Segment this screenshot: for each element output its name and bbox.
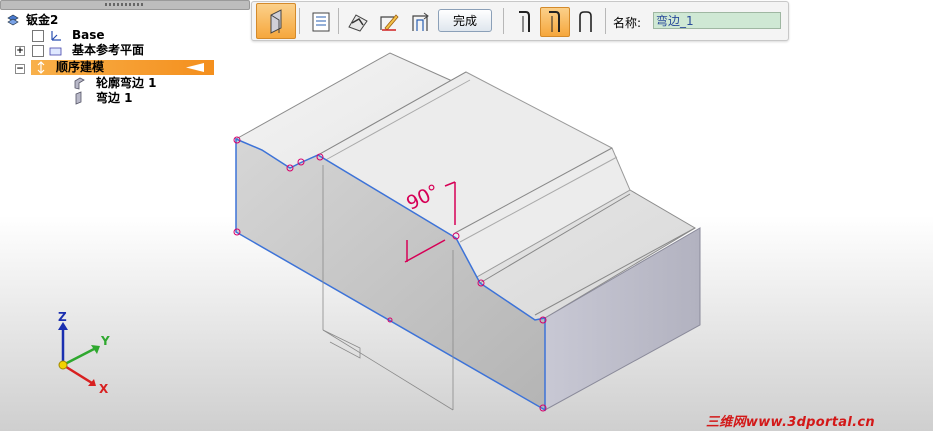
triad: [58, 322, 100, 386]
options-icon: [312, 12, 330, 32]
treatments-button[interactable]: [405, 7, 435, 37]
material-outside-icon: [549, 11, 560, 32]
command-bar: 完成 名称:: [251, 1, 789, 41]
expand-toggle[interactable]: +: [15, 46, 25, 56]
coordinate-system-icon: [51, 31, 61, 41]
x-axis-label: X: [99, 382, 109, 396]
tree-item-flange[interactable]: 弯边 1: [70, 91, 240, 106]
tree-item-label: Base: [72, 28, 105, 42]
tree-root-label: 钣金2: [26, 13, 59, 27]
treatments-icon: [412, 12, 429, 31]
flange-options-button[interactable]: [306, 7, 336, 37]
bend-outside-icon: [579, 11, 592, 32]
sequential-modeling-icon: [37, 61, 45, 74]
reference-planes-visibility-checkbox[interactable]: [32, 45, 44, 57]
contour-flange-icon: [74, 77, 85, 90]
tree-item-label: 基本参考平面: [72, 43, 145, 57]
flange-icon: [75, 91, 82, 105]
watermark: 三维网www.3dportal.cn: [706, 415, 875, 430]
reference-planes-icon: [49, 47, 62, 56]
name-label: 名称:: [613, 16, 642, 30]
profile-button[interactable]: [374, 7, 404, 37]
finish-button[interactable]: 完成: [438, 9, 492, 32]
tree-item-sequential-modeling[interactable]: 顺序建模: [31, 60, 214, 75]
tree-item-label: 顺序建模: [56, 60, 105, 74]
bend-outside-button[interactable]: [571, 7, 601, 37]
material-inside-button[interactable]: [509, 7, 539, 37]
profile-sketch-icon: [380, 14, 399, 31]
collapse-toggle[interactable]: −: [15, 64, 25, 74]
select-edge-icon: [348, 14, 368, 32]
flange-icon: [270, 9, 282, 34]
base-visibility-checkbox[interactable]: [32, 30, 44, 42]
flange-step-button[interactable]: [256, 3, 296, 39]
tree-item-label: 轮廓弯边 1: [96, 76, 157, 90]
tree-item-label: 弯边 1: [96, 91, 133, 105]
select-edge-button[interactable]: [343, 7, 373, 37]
tree-root[interactable]: 钣金2: [4, 13, 234, 28]
y-axis-label: Y: [101, 334, 110, 348]
tree-item-contour-flange[interactable]: 轮廓弯边 1: [70, 76, 240, 91]
material-outside-button[interactable]: [540, 7, 570, 37]
path-finder-tree: 钣金2 Base + 基本参考平面 顺序建模 − 轮廓弯边 1 弯边 1: [0, 0, 250, 110]
tree-item-base[interactable]: Base: [0, 28, 230, 43]
collapse-arrow-icon[interactable]: [186, 63, 206, 72]
tree-panel-grip[interactable]: [0, 0, 250, 10]
feature-name-input[interactable]: [653, 12, 781, 29]
z-axis-label: Z: [58, 310, 67, 324]
sheet-metal-part-icon: [7, 14, 19, 26]
tree-item-reference-planes[interactable]: + 基本参考平面: [0, 43, 230, 58]
material-inside-icon: [519, 11, 530, 32]
